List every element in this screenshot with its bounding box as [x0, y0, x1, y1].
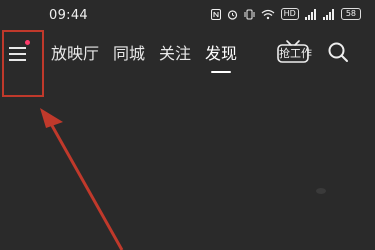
- tab-cinema[interactable]: 放映厅: [51, 40, 99, 64]
- content-area: [0, 74, 375, 250]
- alarm-icon: [227, 9, 238, 20]
- tv-icon-label: 抢工作: [279, 47, 312, 60]
- battery-icon: 58: [340, 8, 361, 20]
- tab-following[interactable]: 关注: [159, 40, 191, 64]
- search-icon[interactable]: [327, 41, 349, 63]
- nfc-icon: [210, 8, 221, 20]
- vibrate-icon: [244, 9, 255, 20]
- hd-icon: HD: [280, 8, 299, 20]
- signal-icon: [304, 8, 317, 20]
- tab-local[interactable]: 同城: [113, 40, 145, 64]
- nav-tabs: 放映厅 同城 关注 发现: [51, 40, 237, 64]
- background-speck: [316, 188, 326, 194]
- tab-discover[interactable]: 发现: [205, 40, 237, 64]
- wifi-icon: [261, 9, 275, 20]
- status-icons: HD 58: [210, 8, 361, 20]
- status-time: 09:44: [49, 8, 88, 23]
- status-bar: 09:44 HD 58: [0, 0, 375, 30]
- signal-icon-2: [322, 8, 335, 20]
